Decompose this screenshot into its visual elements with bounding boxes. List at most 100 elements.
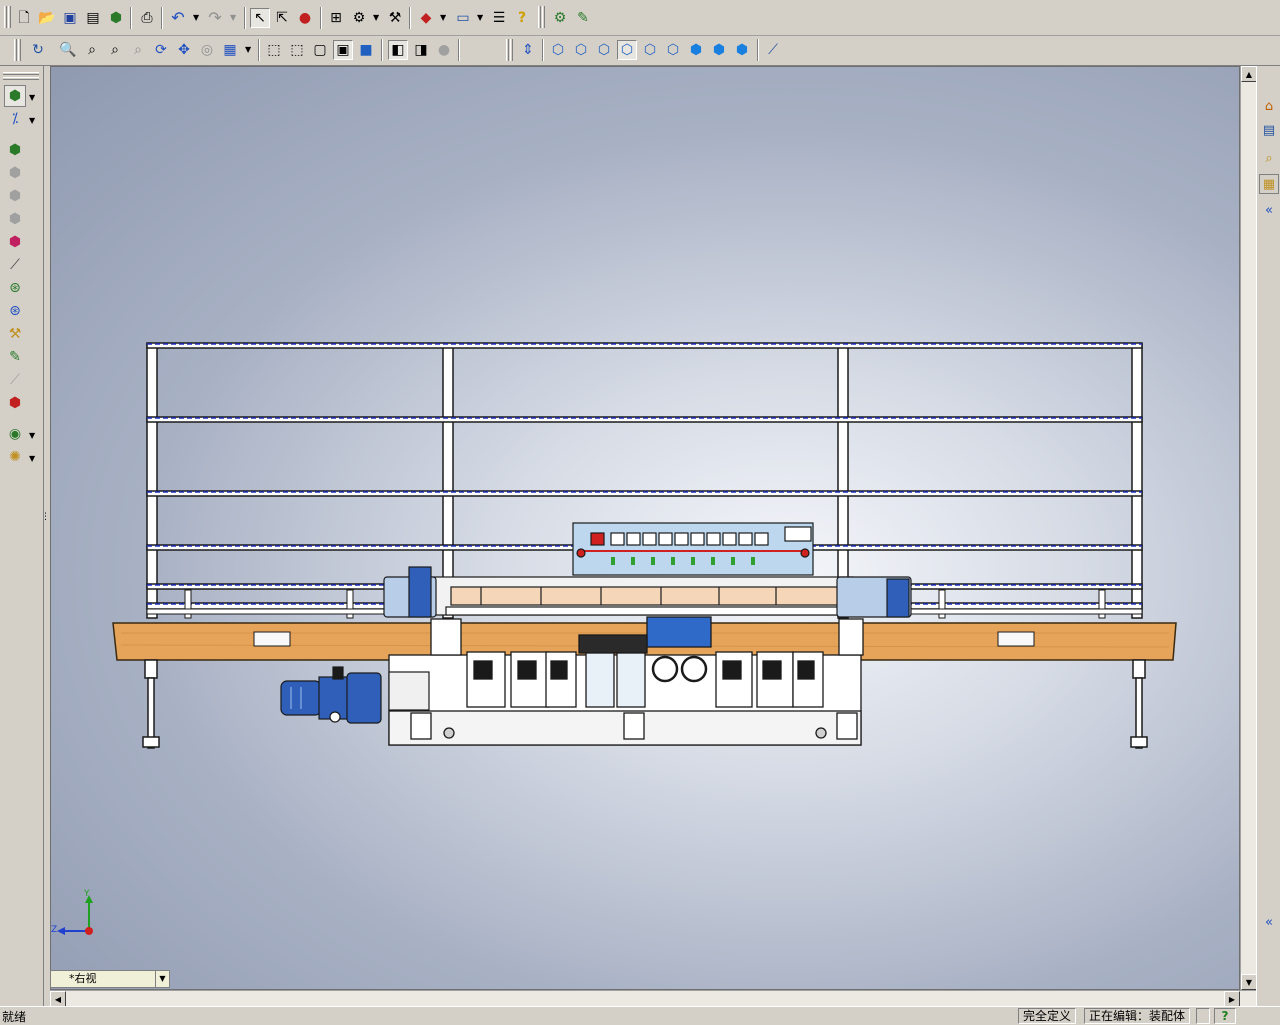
assembly-features-icon[interactable]: ⬢ — [4, 231, 26, 253]
view-orientation-dropdown-icon[interactable]: ▼ — [245, 45, 251, 54]
assembly-tools-icon[interactable]: ⚒ — [385, 8, 405, 28]
toolbar-grip[interactable] — [14, 39, 17, 61]
wireframe-icon[interactable]: ⬚ — [264, 40, 284, 60]
scroll-up-icon[interactable]: ▲ — [1241, 66, 1257, 82]
control-panel — [572, 522, 814, 576]
shaded-icon[interactable]: ■ — [356, 40, 376, 60]
top-view-icon[interactable]: ⬡ — [640, 40, 660, 60]
zoom-to-fit-icon[interactable]: 🔍 — [58, 40, 78, 60]
scroll-down-icon[interactable]: ▼ — [1241, 974, 1257, 990]
reference-geometry-icon[interactable]: ⟋ — [4, 254, 26, 276]
toolbar-grip[interactable] — [542, 6, 545, 28]
move-component-icon[interactable]: ⬢ — [4, 139, 26, 161]
help-icon[interactable]: ? — [512, 8, 532, 28]
triad-z-label: Z — [51, 925, 58, 935]
toolbar-grip[interactable] — [538, 6, 541, 28]
front-view-icon[interactable]: ⬡ — [548, 40, 568, 60]
insert-component-dropdown-icon[interactable]: ▼ — [29, 93, 35, 102]
hole-series-dropdown-icon[interactable]: ▼ — [29, 431, 35, 440]
view-tab-dropdown-icon[interactable]: ▼ — [155, 971, 169, 987]
rotate-icon[interactable]: ⟳ — [151, 40, 171, 60]
panel-splitter-handle[interactable]: ⋮ — [41, 512, 50, 522]
scroll-left-icon[interactable]: ◀ — [50, 991, 66, 1007]
macro-edit-icon[interactable]: ✎ — [573, 8, 593, 28]
shaded-with-edges-icon[interactable]: ▣ — [333, 40, 353, 60]
file-explorer-icon[interactable]: ⌕ — [1259, 148, 1279, 168]
dimetric-view-icon[interactable]: ⬢ — [732, 40, 752, 60]
bottom-view-icon[interactable]: ⬡ — [663, 40, 683, 60]
save-icon[interactable]: ▣ — [60, 8, 80, 28]
instant3d-icon[interactable]: ✺ — [4, 446, 26, 468]
status-help-icon[interactable]: ? — [1214, 1008, 1236, 1024]
hole-series-icon[interactable]: ◉ — [4, 423, 26, 445]
show-hidden-icon: ⬢ — [8, 211, 22, 227]
normal-to-icon[interactable]: ⇕ — [518, 40, 538, 60]
new-motion-study-icon[interactable]: ⊛ — [4, 277, 26, 299]
toolbar-grip[interactable] — [4, 6, 7, 28]
toolbar-grip[interactable] — [18, 39, 21, 61]
clearance-verification-icon[interactable]: ⬢ — [4, 392, 26, 414]
rebuild-icon[interactable]: ⬢ — [106, 8, 126, 28]
explode-line-sketch-icon[interactable]: ✎ — [4, 346, 26, 368]
graphics-area[interactable]: Y Z — [50, 66, 1240, 990]
grid-icon[interactable]: ⊞ — [326, 8, 346, 28]
view-toolbar: ↻ 🔍 ⌕ ⌕ ⌕ ⟳ ✥ ◎ ▦ ▼ ⬚ ⬚ ▢ ▣ ■ ◧ ◨ ● ⇕ ⬡ … — [0, 36, 1280, 66]
model-drawing[interactable] — [51, 67, 1240, 990]
component-icon[interactable]: ◆ — [416, 8, 436, 28]
shadows-icon[interactable]: ◧ — [388, 40, 408, 60]
toolbar-grip[interactable] — [8, 6, 11, 28]
right-view-icon[interactable]: ⬡ — [617, 40, 637, 60]
select-arrow-icon[interactable]: ↖ — [250, 8, 270, 28]
previous-view-icon[interactable]: ↻ — [28, 40, 48, 60]
left-view-icon[interactable]: ⬡ — [594, 40, 614, 60]
options-icon[interactable]: ⚙ — [349, 8, 369, 28]
select-filter-icon[interactable]: ⇱ — [272, 8, 292, 28]
toolbar-grip[interactable] — [3, 72, 39, 75]
toolbar-grip[interactable] — [506, 39, 509, 61]
pan-icon[interactable]: ✥ — [174, 40, 194, 60]
exploded-view-icon[interactable]: ⚒ — [4, 323, 26, 345]
view-name-tab[interactable]: *右视 ▼ — [50, 970, 170, 988]
expand-pane-icon[interactable]: « — [1259, 200, 1279, 220]
bill-of-materials-icon[interactable]: ⊛ — [4, 300, 26, 322]
redo-dropdown-icon: ▼ — [230, 13, 237, 22]
measure-icon[interactable]: ⟋ — [763, 40, 783, 60]
window-dropdown-icon[interactable]: ▼ — [477, 13, 483, 22]
options-dropdown-icon[interactable]: ▼ — [373, 13, 379, 22]
expand-pane-bottom-icon[interactable]: « — [1259, 912, 1279, 932]
home-icon[interactable]: ⌂ — [1259, 96, 1279, 116]
window-icon[interactable]: ▭ — [453, 8, 473, 28]
properties-icon[interactable]: ▤ — [83, 8, 103, 28]
toolbar-grip[interactable] — [510, 39, 513, 61]
undo-icon[interactable]: ↶ — [168, 8, 188, 28]
view-orientation-icon[interactable]: ▦ — [220, 40, 240, 60]
toolbar-grip[interactable] — [3, 77, 39, 80]
undo-dropdown-icon[interactable]: ▼ — [193, 13, 199, 22]
zoom-in-out-icon[interactable]: ⌕ — [105, 40, 125, 60]
view-palette-icon[interactable]: ▦ — [1259, 174, 1279, 194]
mate-icon[interactable]: ⁒ — [4, 108, 26, 130]
trimetric-view-icon[interactable]: ⬢ — [709, 40, 729, 60]
print-icon[interactable]: ⎙ — [137, 8, 157, 28]
open-folder-icon[interactable]: 📂 — [37, 8, 57, 28]
triad-y-label: Y — [84, 889, 90, 899]
back-view-icon[interactable]: ⬡ — [571, 40, 591, 60]
perspective-icon[interactable]: ◨ — [411, 40, 431, 60]
traffic-light-icon[interactable]: ● — [295, 8, 315, 28]
component-dropdown-icon[interactable]: ▼ — [440, 13, 446, 22]
task-pane-tabs: ⌂ ▤ ⌕ ▦ « « — [1256, 66, 1280, 1006]
hidden-lines-visible-icon[interactable]: ⬚ — [287, 40, 307, 60]
macro-run-icon[interactable]: ⚙ — [550, 8, 570, 28]
design-library-icon[interactable]: ▤ — [1259, 120, 1279, 140]
scroll-right-icon[interactable]: ▶ — [1224, 991, 1240, 1007]
instant3d-dropdown-icon[interactable]: ▼ — [29, 454, 35, 463]
isometric-view-icon[interactable]: ⬢ — [686, 40, 706, 60]
vertical-scrollbar[interactable]: ▲ ▼ — [1240, 66, 1257, 990]
horizontal-scrollbar[interactable]: ◀ ▶ — [50, 990, 1256, 1007]
hidden-lines-removed-icon[interactable]: ▢ — [310, 40, 330, 60]
new-document-icon[interactable]: 🗋 — [14, 8, 34, 28]
zoom-area-icon[interactable]: ⌕ — [82, 40, 102, 60]
insert-component-icon[interactable]: ⬢ — [4, 85, 26, 107]
mate-dropdown-icon[interactable]: ▼ — [29, 116, 35, 125]
list-icon[interactable]: ☰ — [489, 8, 509, 28]
